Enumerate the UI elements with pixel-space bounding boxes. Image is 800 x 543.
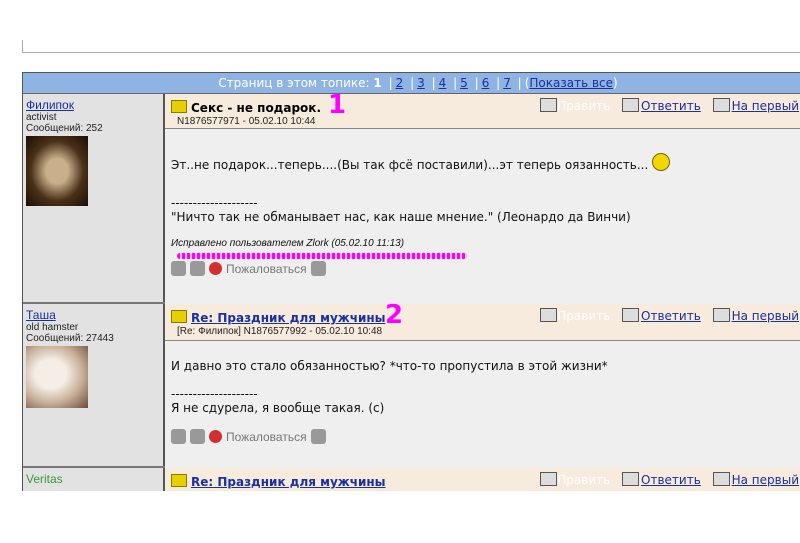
post-count: Сообщений: 252 [26, 123, 103, 134]
pager-bar: Страниц в этом топике: 1 | 2 | 3 | 4 | 5 | 6 … [23, 73, 800, 94]
post-text: И давно это стало обязанностью? *что-то … [171, 359, 608, 373]
post-title[interactable]: Re: Праздник для мужчины [191, 475, 386, 489]
complain-link[interactable]: Пожаловаться [226, 262, 307, 276]
author-panel: Таша old hamster Сообщений: 27443 [23, 304, 165, 466]
message-icon[interactable] [310, 429, 326, 444]
print-icon[interactable] [171, 261, 186, 276]
post-header: Re: Праздник для мужчины 2 [Re: Филипок]… [165, 300, 800, 341]
complain-icon [209, 430, 222, 443]
reply-icon [622, 472, 640, 486]
page-link[interactable]: 3 [417, 76, 425, 90]
post-body: Эт..не подарок...теперь....(Вы так фсё п… [165, 129, 800, 307]
edit-button[interactable]: Править [557, 309, 610, 323]
book-icon [171, 310, 187, 323]
edit-button[interactable]: Править [557, 99, 610, 113]
page-link[interactable]: 7 [503, 76, 511, 90]
post: Veritas Re: Праздник для мужчины Править… [23, 468, 800, 491]
edit-icon [540, 98, 558, 112]
show-all-link[interactable]: Показать все [529, 76, 613, 90]
hand-icon[interactable] [190, 261, 205, 276]
smiley-icon [652, 153, 671, 171]
page-link[interactable]: 6 [482, 76, 490, 90]
to-first-icon [712, 472, 730, 486]
print-icon[interactable] [171, 429, 186, 444]
post-header: Секс - не подарок. 1 N1876577971 - 05.02… [165, 90, 800, 129]
post-meta: N1876577971 - 05.02.10 10:44 [177, 116, 316, 127]
signature-separator: -------------------- [171, 387, 258, 401]
edit-icon [540, 472, 558, 486]
post-header: Re: Праздник для мужчины Править Ответит… [165, 468, 800, 491]
author-link[interactable]: Veritas [26, 472, 160, 486]
signature-separator: -------------------- [171, 196, 258, 210]
page-link[interactable]: 4 [439, 76, 447, 90]
top-panel [22, 40, 800, 53]
page-link[interactable]: 2 [396, 76, 404, 90]
page-link[interactable]: 5 [460, 76, 468, 90]
hand-icon[interactable] [190, 429, 205, 444]
reply-icon [622, 308, 640, 322]
author-rank: activist [26, 112, 57, 123]
author-panel: Филипок activist Сообщений: 252 [23, 94, 165, 302]
post-title[interactable]: Re: Праздник для мужчины [191, 311, 386, 325]
reply-button[interactable]: Ответить [641, 473, 701, 487]
avatar [26, 136, 88, 206]
annotation-scribble [177, 253, 467, 259]
post-meta: [Re: Филипок] N1876577992 - 05.02.10 10:… [177, 326, 383, 337]
to-first-button[interactable]: На первый [732, 309, 799, 323]
post: Таша old hamster Сообщений: 27443 Re: Пр… [23, 300, 800, 471]
reply-icon [622, 98, 640, 112]
annotation-mark: 2 [385, 300, 404, 330]
author-panel: Veritas [23, 468, 165, 491]
avatar [26, 346, 88, 408]
post-title: Секс - не подарок. [191, 101, 322, 115]
page-current: 1 [373, 76, 382, 90]
post-text: Эт..не подарок...теперь....(Вы так фсё п… [171, 158, 649, 172]
to-first-icon [712, 308, 730, 322]
post-body: И давно это стало обязанностью? *что-то … [165, 341, 800, 471]
complain-icon [209, 262, 222, 275]
reply-button[interactable]: Ответить [641, 309, 701, 323]
to-first-button[interactable]: На первый [732, 473, 799, 487]
to-first-button[interactable]: На первый [732, 99, 799, 113]
annotation-mark: 1 [328, 90, 347, 120]
book-icon [171, 474, 187, 487]
book-icon [171, 100, 187, 113]
topic-table: Страниц в этом топике: 1 | 2 | 3 | 4 | 5 | 6 … [22, 72, 800, 491]
post-count: Сообщений: 27443 [26, 333, 114, 344]
to-first-icon [712, 98, 730, 112]
author-link[interactable]: Таша [26, 308, 160, 322]
edited-note: Исправлено пользователем Zlork (05.02.10… [171, 238, 405, 249]
reply-button[interactable]: Ответить [641, 99, 701, 113]
message-icon[interactable] [310, 261, 326, 276]
post: Филипок activist Сообщений: 252 Секс - н… [23, 90, 800, 307]
signature: "Ничто так не обманывает нас, как наше м… [171, 210, 631, 224]
author-link[interactable]: Филипок [26, 98, 160, 112]
complain-link[interactable]: Пожаловаться [226, 430, 307, 444]
pager-label: Страниц в этом топике: [218, 76, 370, 90]
author-rank: old hamster [26, 322, 79, 333]
signature: Я не сдурела, я вообще такая. (с) [171, 401, 385, 415]
edit-button[interactable]: Править [557, 473, 610, 487]
edit-icon [540, 308, 558, 322]
